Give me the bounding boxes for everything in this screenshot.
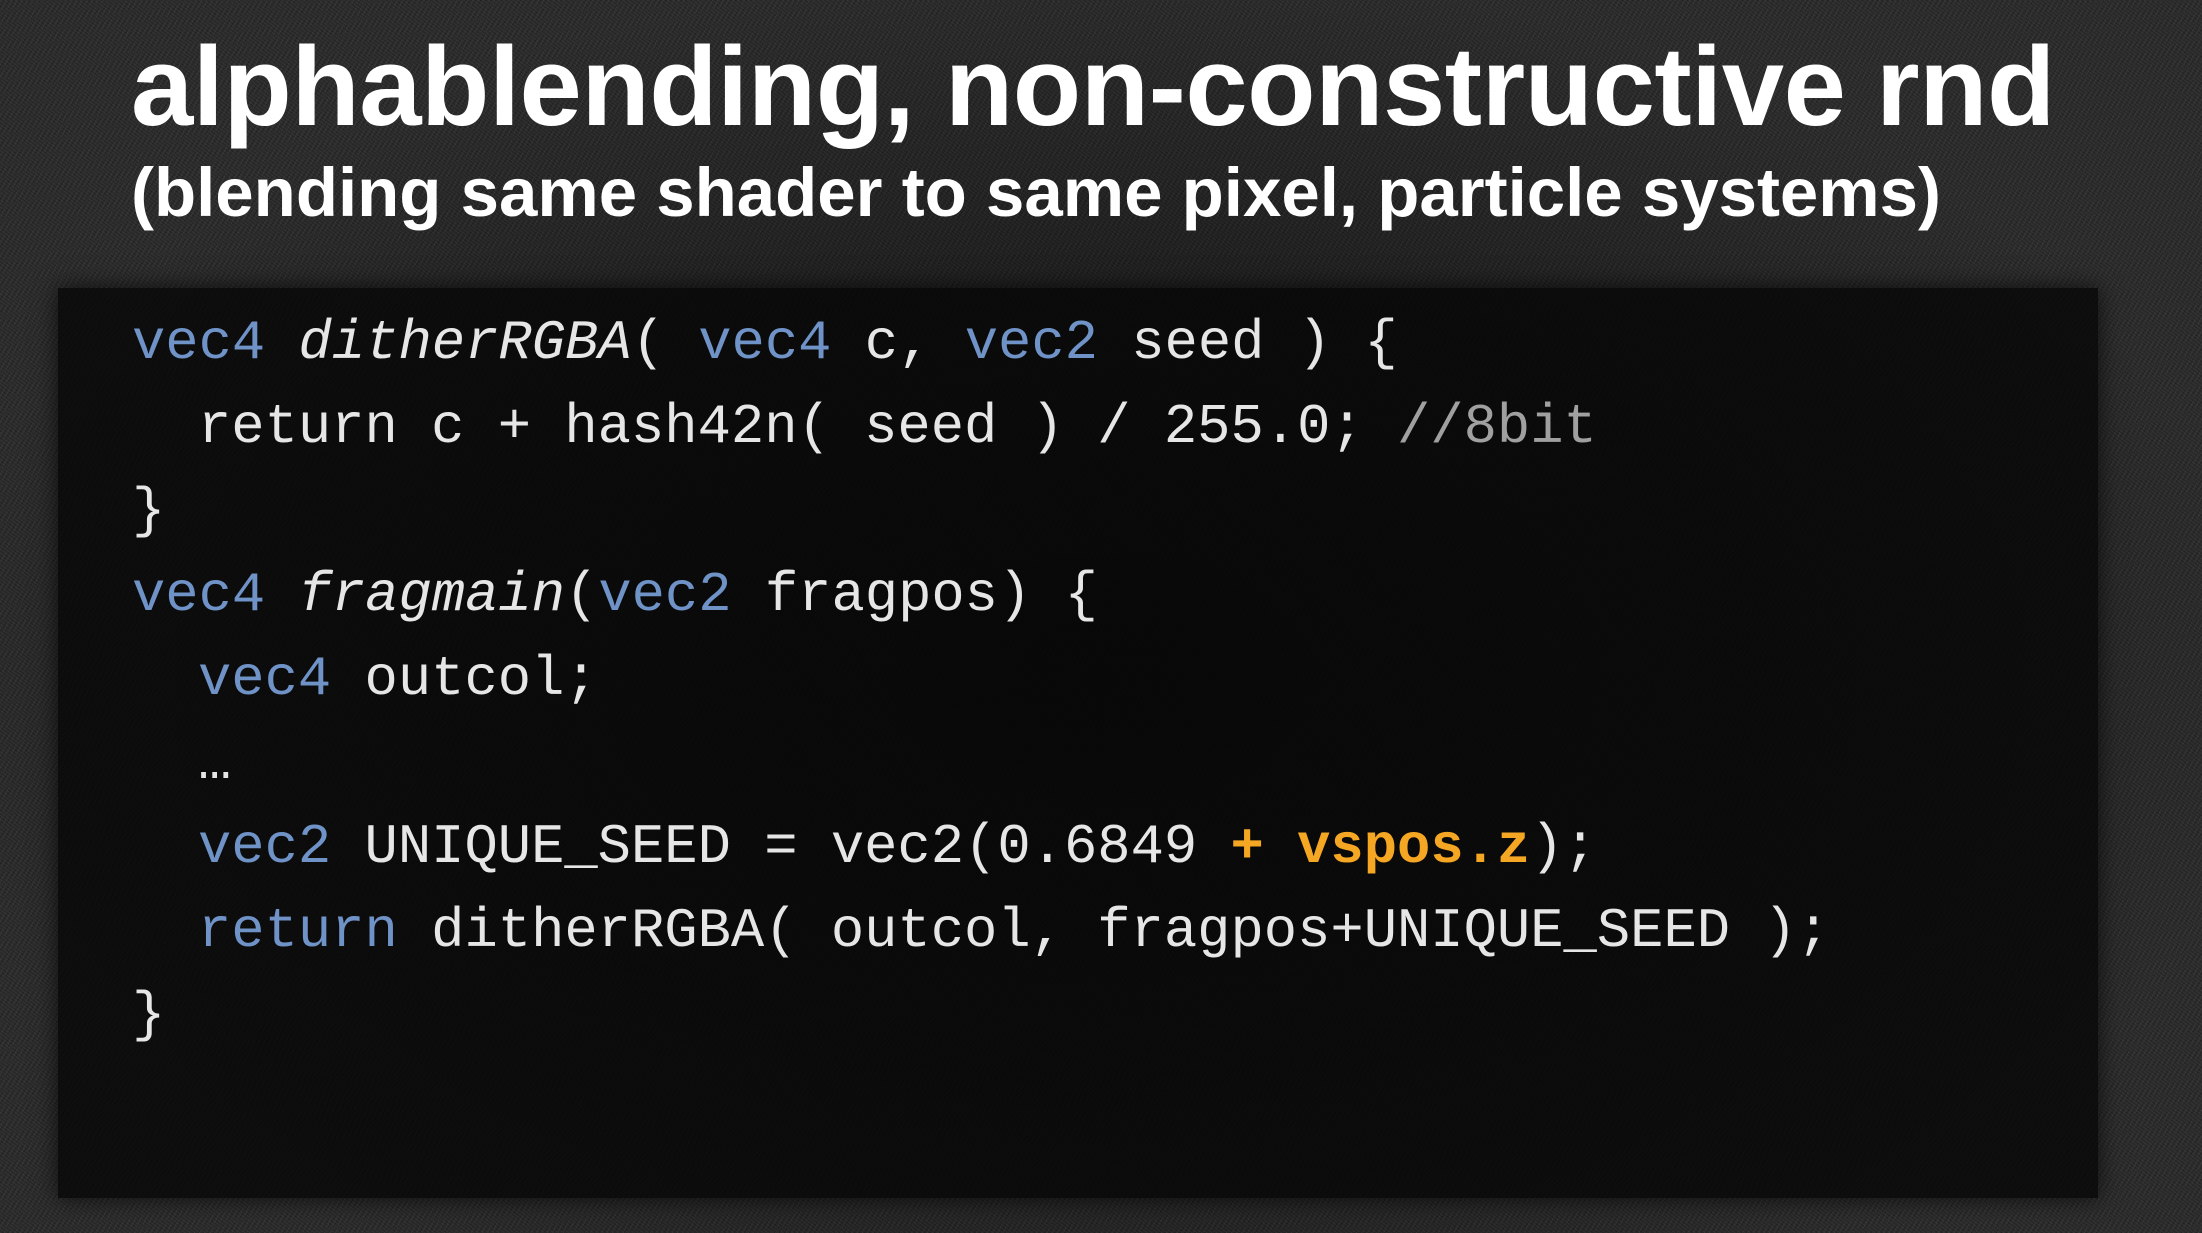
code-block: vec4 ditherRGBA( vec4 c, vec2 seed ) { r… xyxy=(58,288,2098,1198)
code-line-1: vec4 ditherRGBA( vec4 c, vec2 seed ) { xyxy=(132,302,1398,386)
type-keyword: return xyxy=(198,900,398,963)
code-text: ( xyxy=(565,564,599,627)
code-text: fragpos) { xyxy=(731,564,1098,627)
code-line-3: } xyxy=(132,470,165,554)
type-keyword: vec4 xyxy=(698,312,832,375)
type-keyword: vec4 xyxy=(132,312,266,375)
code-line-4: vec4 fragmain(vec2 fragpos) { xyxy=(132,554,1098,638)
code-line-9: } xyxy=(132,974,165,1058)
code-line-6: … xyxy=(198,722,231,806)
slide-title: alphablending, non-constructive rnd xyxy=(131,24,2055,149)
code-line-2: return c + hash42n( seed ) / 255.0; //8b… xyxy=(198,386,1597,470)
code-text: return c + hash42n( seed ) / 255.0; xyxy=(198,396,1397,459)
code-line-7: vec2 UNIQUE_SEED = vec2(0.6849 + vspos.z… xyxy=(198,806,1597,890)
code-text: ); xyxy=(1530,816,1597,879)
code-text: UNIQUE_SEED = vec2(0.6849 xyxy=(331,816,1231,879)
type-keyword: vec4 xyxy=(132,564,266,627)
function-name: ditherRGBA xyxy=(298,312,632,375)
code-text: } xyxy=(132,984,166,1047)
code-text: seed ) { xyxy=(1097,312,1398,375)
code-ellipsis: … xyxy=(198,732,232,795)
code-text: } xyxy=(132,480,166,543)
type-keyword: vec2 xyxy=(964,312,1098,375)
type-keyword: vec4 xyxy=(198,648,332,711)
code-text: ( xyxy=(631,312,699,375)
code-comment: //8bit xyxy=(1397,396,1597,459)
slide-subtitle: (blending same shader to same pixel, par… xyxy=(131,154,1942,231)
type-keyword: vec2 xyxy=(598,564,732,627)
code-text: c, xyxy=(831,312,965,375)
highlighted-code: + vspos.z xyxy=(1230,816,1531,879)
type-keyword: vec2 xyxy=(198,816,332,879)
code-text: ditherRGBA( outcol, fragpos+UNIQUE_SEED … xyxy=(397,900,1830,963)
code-line-8: return ditherRGBA( outcol, fragpos+UNIQU… xyxy=(198,890,1830,974)
code-text: outcol; xyxy=(331,648,598,711)
function-name: fragmain xyxy=(298,564,565,627)
code-line-5: vec4 outcol; xyxy=(198,638,598,722)
